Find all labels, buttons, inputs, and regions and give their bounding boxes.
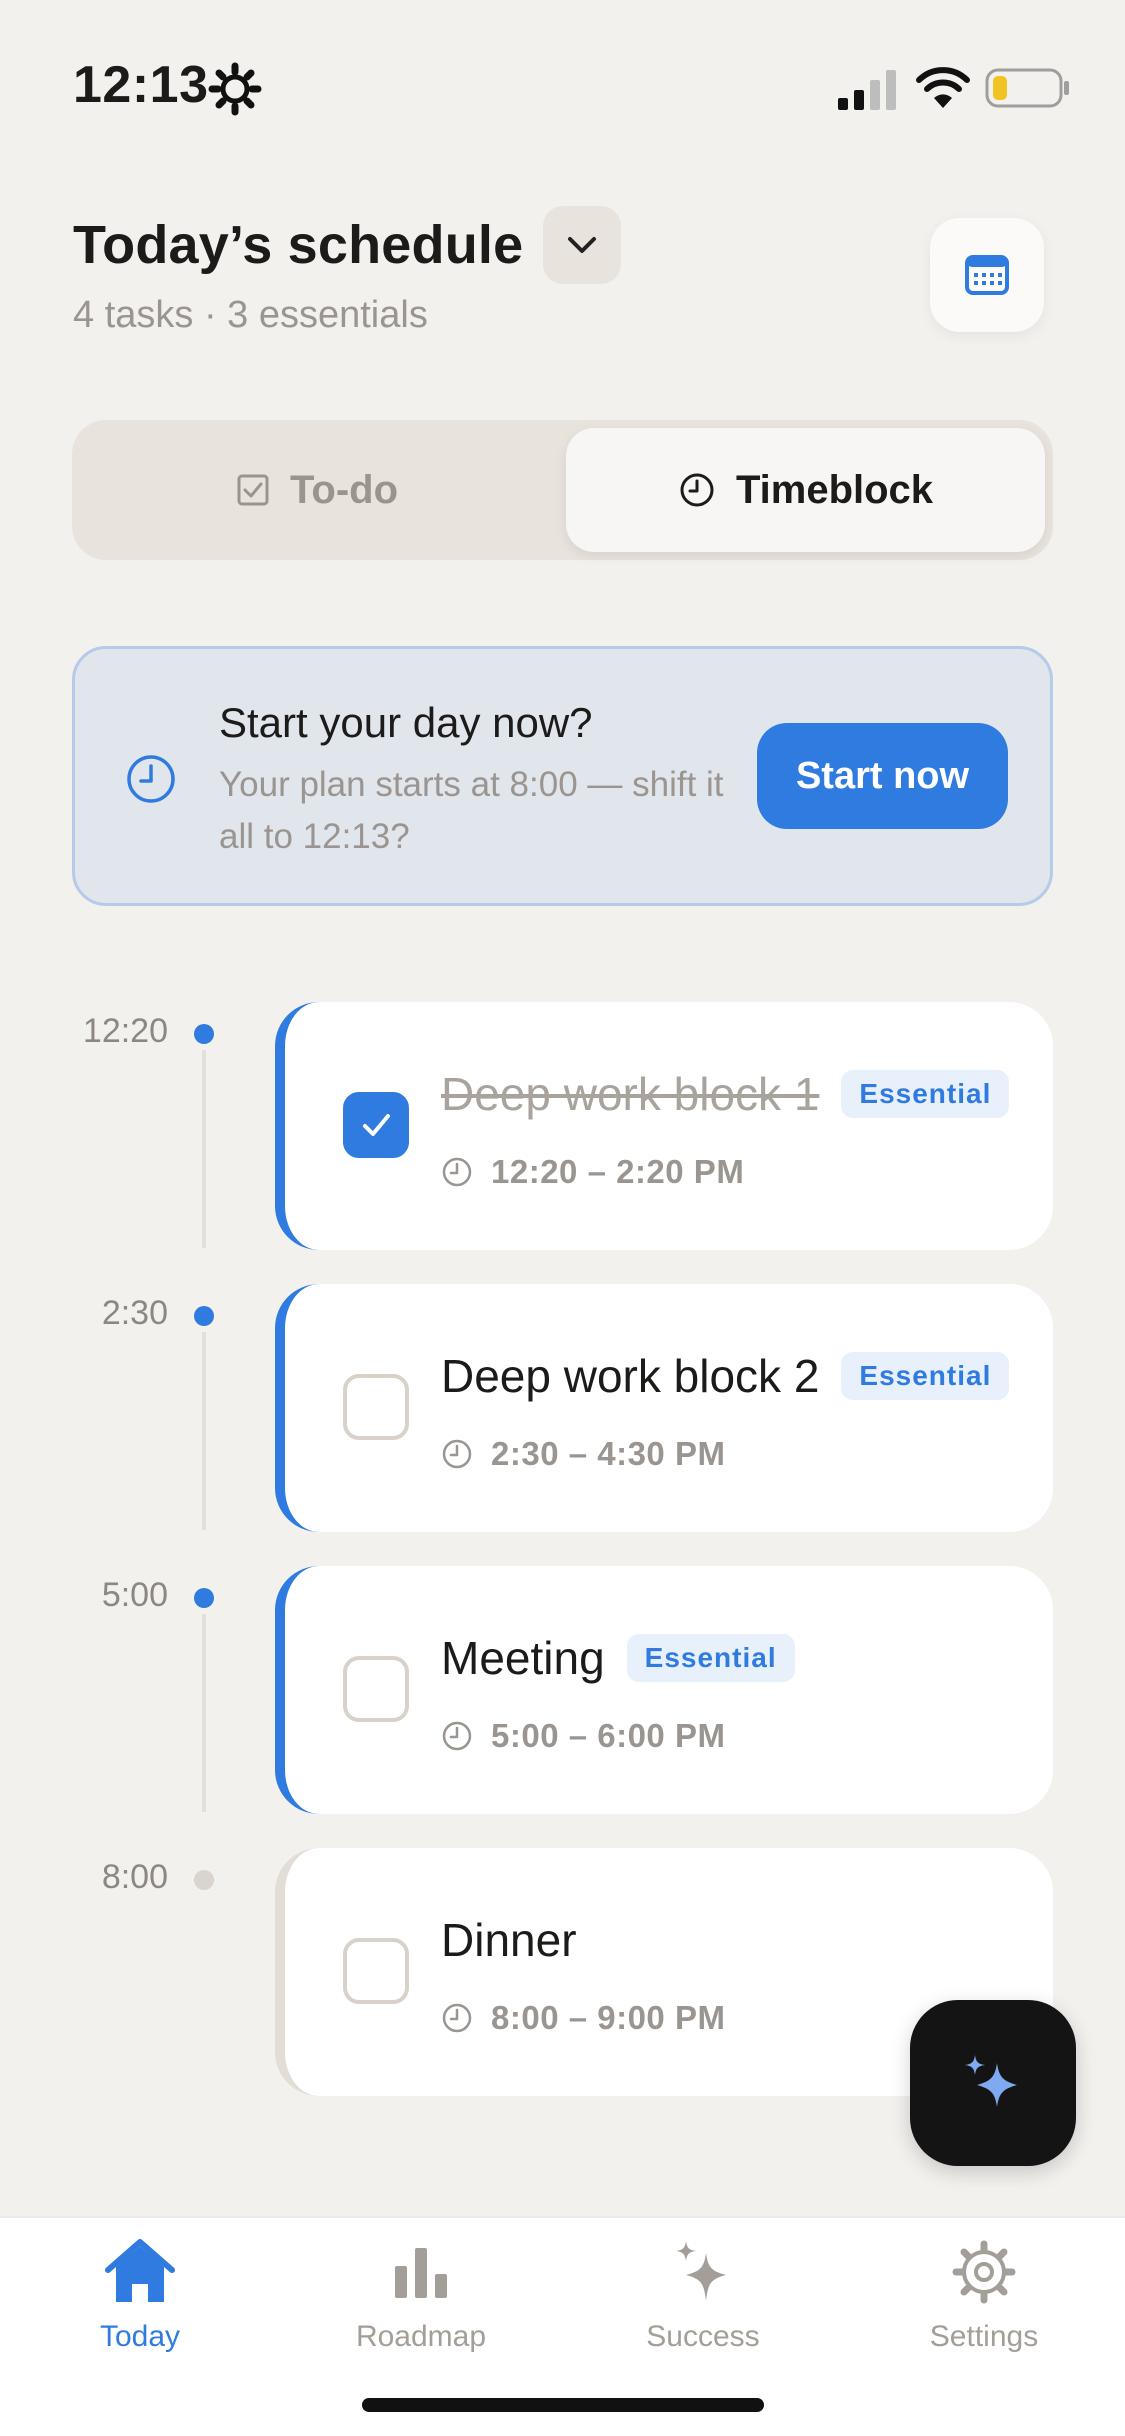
cellular-signal-icon (838, 70, 896, 110)
start-day-banner: Start your day now? Your plan starts at … (72, 646, 1053, 906)
chevron-down-icon (568, 237, 597, 253)
task-time-row: 12:20 – 2:20 PM (441, 1150, 744, 1194)
timeline-dot (194, 1306, 214, 1326)
task-title-row: Dinner (441, 1910, 577, 1970)
tab-success-label: Success (646, 2320, 760, 2353)
clock-icon (127, 755, 175, 803)
task-title-row: Meeting Essential (441, 1628, 795, 1688)
task-checkbox[interactable] (343, 1656, 409, 1722)
task-time-range: 5:00 – 6:00 PM (491, 1717, 726, 1754)
tab-today-label: Today (99, 2320, 181, 2353)
tab-today[interactable]: Today (30, 2232, 250, 2372)
page-title: Today’s schedule (73, 215, 524, 275)
schedule-dropdown-button[interactable] (543, 206, 622, 284)
home-indicator (362, 2398, 764, 2412)
view-toggle: To-do Timeblock (72, 420, 1053, 560)
timeline-time-label: 12:20 (82, 1012, 168, 1050)
banner-text: Your plan starts at 8:00 — shift it all … (219, 765, 724, 856)
timeline-time-label: 2:30 (101, 1294, 168, 1332)
status-bar: 12:13 (0, 0, 1125, 180)
tab-settings-label: Settings (929, 2320, 1039, 2353)
status-time: 12:13 (73, 56, 209, 114)
start-now-button[interactable]: Start now (757, 723, 1008, 829)
banner-title: Start your day now? (219, 699, 593, 746)
tab-settings[interactable]: Settings (874, 2232, 1094, 2372)
task-title-row: Deep work block 2 Essential (441, 1346, 1010, 1406)
battery-low-icon (985, 68, 1069, 108)
task-card[interactable]: Meeting Essential 5:00 – 6:00 PM (275, 1566, 1053, 1814)
task-time-row: 8:00 – 9:00 PM (441, 1996, 725, 2040)
timeline-time-label: 5:00 (101, 1576, 168, 1614)
task-time-range: 12:20 – 2:20 PM (491, 1153, 745, 1190)
clock-icon (442, 1439, 472, 1469)
calendar-button[interactable] (930, 218, 1044, 332)
tab-roadmap-label: Roadmap (355, 2320, 487, 2353)
task-card[interactable]: Deep work block 1 Essential 12:20 – 2:20… (275, 1002, 1053, 1250)
task-time-range: 8:00 – 9:00 PM (491, 1999, 726, 2036)
checkbox-icon (237, 474, 269, 506)
essential-badge: Essential (841, 1070, 1010, 1118)
task-checkbox[interactable] (343, 1938, 409, 2004)
timeline-line (202, 1332, 206, 1530)
essential-badge: Essential (626, 1634, 795, 1682)
task-time-row: 2:30 – 4:30 PM (441, 1432, 725, 1476)
ai-assistant-button[interactable] (910, 2000, 1076, 2166)
tab-todo[interactable]: To-do (80, 428, 554, 552)
home-icon (105, 2239, 175, 2302)
bar-chart-icon (395, 2248, 447, 2298)
task-title: Meeting (441, 1632, 605, 1684)
timeline-time-label: 8:00 (101, 1858, 168, 1896)
sparkles-icon (965, 2055, 1017, 2107)
calendar-icon (965, 255, 1009, 295)
timeline-dot (194, 1870, 214, 1890)
tab-timeblock[interactable]: Timeblock (566, 428, 1045, 552)
timeline-line (202, 1050, 206, 1248)
today-schedule-screen: 12:13 Today’s schedule 4 tasks · 3 essen… (0, 0, 1125, 2436)
gear-icon (208, 62, 262, 116)
task-title: Deep work block 2 (441, 1350, 820, 1402)
wifi-icon (916, 67, 970, 108)
clock-icon (442, 1157, 472, 1187)
task-checkbox[interactable] (343, 1092, 409, 1158)
sparkles-icon (676, 2241, 726, 2301)
timeline-line (202, 1614, 206, 1812)
task-time-row: 5:00 – 6:00 PM (441, 1714, 725, 1758)
clock-icon (442, 1721, 472, 1751)
gear-icon (952, 2240, 1016, 2304)
task-card[interactable]: Deep work block 2 Essential 2:30 – 4:30 … (275, 1284, 1053, 1532)
tab-roadmap[interactable]: Roadmap (311, 2232, 531, 2372)
checkmark-icon (363, 1114, 390, 1136)
header-title-row: Today’s schedule (73, 205, 622, 285)
tab-success[interactable]: Success (593, 2232, 813, 2372)
essential-badge: Essential (841, 1352, 1010, 1400)
clock-icon (442, 2003, 472, 2033)
clock-icon (680, 473, 714, 507)
timeline-dot (194, 1588, 214, 1608)
timeline-dot (194, 1024, 214, 1044)
task-title: Dinner (441, 1914, 577, 1966)
task-time-range: 2:30 – 4:30 PM (491, 1435, 726, 1472)
page-subtitle: 4 tasks · 3 essentials (73, 294, 428, 336)
tab-todo-label: To-do (289, 467, 399, 512)
task-checkbox[interactable] (343, 1374, 409, 1440)
tab-timeblock-label: Timeblock (735, 467, 934, 512)
task-title-row: Deep work block 1 Essential (441, 1064, 1010, 1124)
task-title: Deep work block 1 (441, 1068, 820, 1120)
